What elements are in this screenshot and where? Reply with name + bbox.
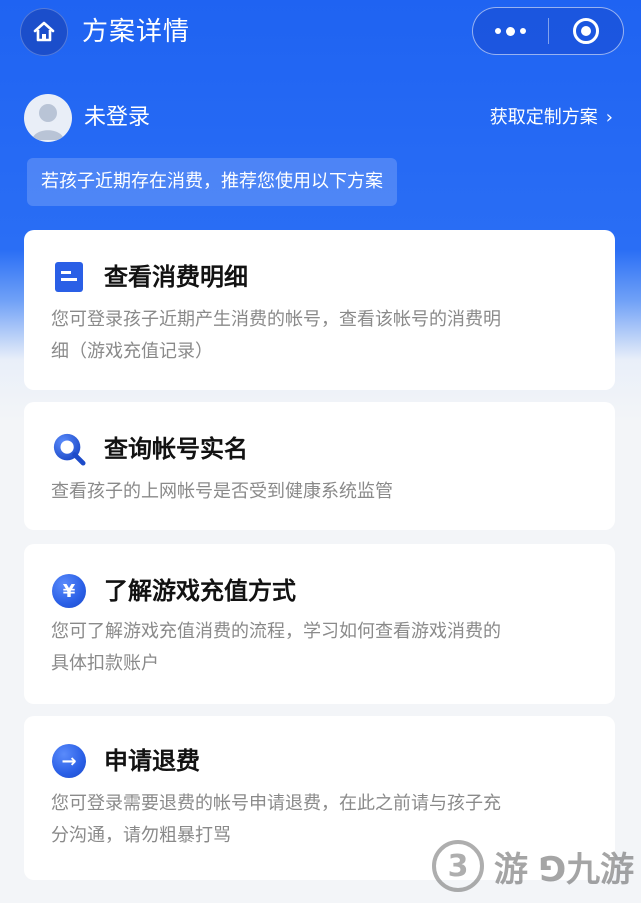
site-watermark: 3 游 ⅁九游 — [432, 834, 641, 898]
watermark-logo: 3 — [432, 840, 484, 892]
card-description: 您可登录孩子近期产生消费的帐号，查看该帐号的消费明 细（游戏充值记录） — [51, 304, 595, 368]
home-button[interactable] — [20, 8, 68, 56]
card-desc-line: 细（游戏充值记录） — [51, 341, 213, 362]
get-custom-plan-link[interactable]: 获取定制方案 › — [490, 104, 613, 132]
card-desc-line: 您可登录需要退费的帐号申请退费，在此之前请与孩子充 — [51, 793, 501, 814]
search-icon — [52, 432, 86, 466]
mini-program-capsule — [472, 7, 624, 55]
yen-symbol: ¥ — [52, 574, 86, 608]
card-view-consumption[interactable]: 查看消费明细 您可登录孩子近期产生消费的帐号，查看该帐号的消费明 细（游戏充值记… — [24, 230, 615, 390]
card-title: 申请退费 — [104, 747, 200, 775]
card-title: 了解游戏充值方式 — [104, 577, 296, 605]
document-icon — [52, 260, 86, 294]
card-title: 查询帐号实名 — [104, 435, 248, 463]
card-query-realname[interactable]: 查询帐号实名 查看孩子的上网帐号是否受到健康系统监管 — [24, 402, 615, 530]
user-avatar-icon — [32, 104, 64, 140]
more-dots-icon — [494, 26, 526, 36]
avatar[interactable] — [24, 94, 72, 142]
target-icon — [572, 18, 599, 44]
card-title: 查看消费明细 — [104, 263, 248, 291]
arrow-symbol: → — [52, 744, 86, 778]
yen-icon: ¥ — [52, 574, 86, 608]
card-desc-line: 您可了解游戏充值消费的流程，学习如何查看游戏消费的 — [51, 621, 501, 642]
custom-plan-label: 获取定制方案 — [489, 107, 598, 128]
close-button[interactable] — [549, 8, 624, 54]
card-description: 您可了解游戏充值消费的流程，学习如何查看游戏消费的 具体扣款账户 — [51, 616, 595, 680]
user-name: 未登录 — [84, 105, 151, 130]
arrow-right-icon: → — [52, 744, 86, 778]
home-icon — [33, 21, 55, 42]
watermark-text: 游 ⅁九游 — [494, 849, 635, 890]
card-desc-line: 具体扣款账户 — [51, 653, 159, 674]
more-button[interactable] — [473, 8, 548, 54]
card-desc-line: 您可登录孩子近期产生消费的帐号，查看该帐号的消费明 — [51, 309, 501, 330]
page-title: 方案详情 — [82, 17, 191, 47]
card-description: 查看孩子的上网帐号是否受到健康系统监管 — [51, 476, 595, 508]
top-bar: 方案详情 — [0, 0, 641, 64]
recommendation-notice: 若孩子近期存在消费，推荐您使用以下方案 — [27, 158, 397, 206]
card-recharge-methods[interactable]: ¥ 了解游戏充值方式 您可了解游戏充值消费的流程，学习如何查看游戏消费的 具体扣… — [24, 544, 615, 704]
card-desc-line: 查看孩子的上网帐号是否受到健康系统监管 — [51, 481, 393, 502]
chevron-right-icon: › — [605, 107, 613, 128]
